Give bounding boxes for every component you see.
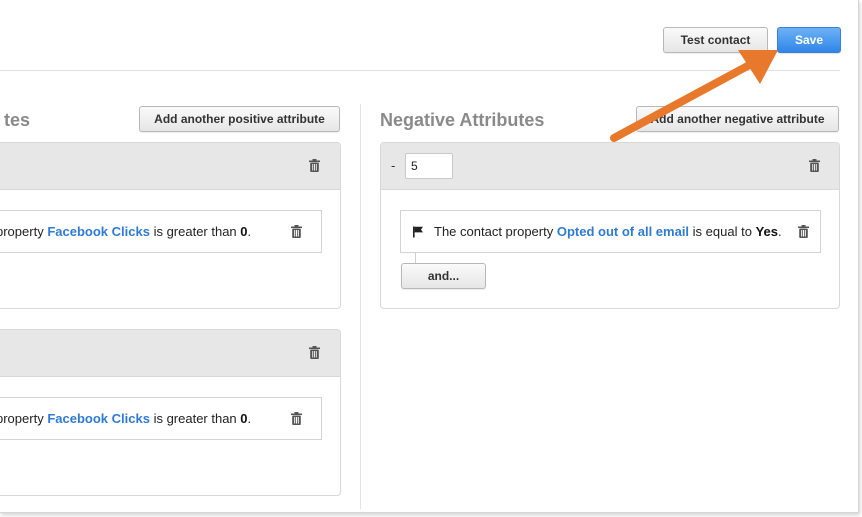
condition-value[interactable]: 0 <box>240 411 247 426</box>
condition-value[interactable]: Yes <box>756 224 778 239</box>
app-window: Test contact Save tes Add another positi… <box>0 0 859 513</box>
group-header <box>0 143 340 190</box>
add-positive-attribute-button[interactable]: Add another positive attribute <box>139 106 340 132</box>
condition-row: property Facebook Clicks is greater than… <box>0 210 322 253</box>
trash-icon[interactable] <box>291 412 302 425</box>
condition-property-link[interactable]: Opted out of all email <box>557 224 689 239</box>
group-header <box>0 330 340 377</box>
condition-prefix: The contact property <box>434 224 554 239</box>
condition-suffix: . <box>247 224 252 239</box>
condition-suffix: . <box>777 224 782 239</box>
orange-arrow-annotation <box>610 50 778 142</box>
positive-attributes-heading: tes <box>4 110 31 130</box>
condition-operator: is equal to <box>692 224 752 239</box>
condition-row: The contact property Opted out of all em… <box>400 210 821 253</box>
trash-icon[interactable] <box>309 159 320 172</box>
trash-icon[interactable] <box>309 346 320 359</box>
condition-property-link[interactable]: Facebook Clicks <box>47 411 150 426</box>
condition-value[interactable]: 0 <box>240 224 247 239</box>
and-button[interactable]: and... <box>401 263 486 289</box>
condition-prefix: property <box>0 411 44 426</box>
flag-icon <box>413 226 423 238</box>
condition-prefix: property <box>0 224 44 239</box>
positive-attribute-group: property Facebook Clicks is greater than… <box>0 329 341 496</box>
negative-attributes-heading: Negative Attributes <box>380 110 545 130</box>
trash-icon[interactable] <box>798 225 809 238</box>
condition-operator: is greater than <box>153 224 237 239</box>
column-divider <box>360 104 361 509</box>
condition-text: The contact property Opted out of all em… <box>434 211 782 252</box>
condition-row: property Facebook Clicks is greater than… <box>0 397 322 440</box>
negative-attribute-group: - 5 The contact property Opted out of al… <box>380 142 840 309</box>
condition-text: property Facebook Clicks is greater than… <box>0 211 251 252</box>
condition-operator: is greater than <box>153 411 237 426</box>
positive-attribute-group: property Facebook Clicks is greater than… <box>0 142 341 309</box>
group-header: - 5 <box>381 143 839 190</box>
trash-icon[interactable] <box>291 225 302 238</box>
score-input[interactable]: 5 <box>405 153 453 179</box>
condition-text: property Facebook Clicks is greater than… <box>0 398 251 439</box>
condition-suffix: . <box>247 411 252 426</box>
score-sign: - <box>391 158 396 173</box>
trash-icon[interactable] <box>809 159 820 172</box>
condition-property-link[interactable]: Facebook Clicks <box>47 224 150 239</box>
